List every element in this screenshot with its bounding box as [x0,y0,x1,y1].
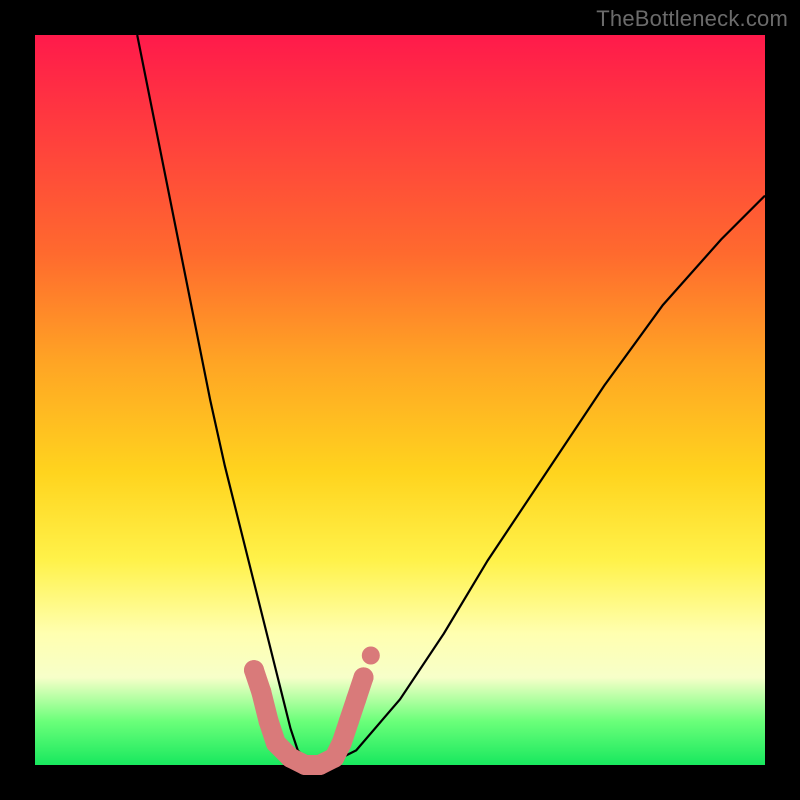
trough-isolated-dot [362,647,380,665]
trough-marker [259,711,279,731]
trough-marker [266,733,286,753]
trough-marker [346,689,366,709]
trough-marker [332,733,352,753]
trough-marker [244,660,264,680]
trough-marker-group [244,647,380,776]
chart-frame: TheBottleneck.com [0,0,800,800]
trough-marker [354,667,374,687]
watermark-text: TheBottleneck.com [596,6,788,32]
curve-svg [35,35,765,765]
plot-area [35,35,765,765]
bottleneck-curve [137,35,765,765]
trough-marker [339,711,359,731]
trough-marker [251,682,271,702]
